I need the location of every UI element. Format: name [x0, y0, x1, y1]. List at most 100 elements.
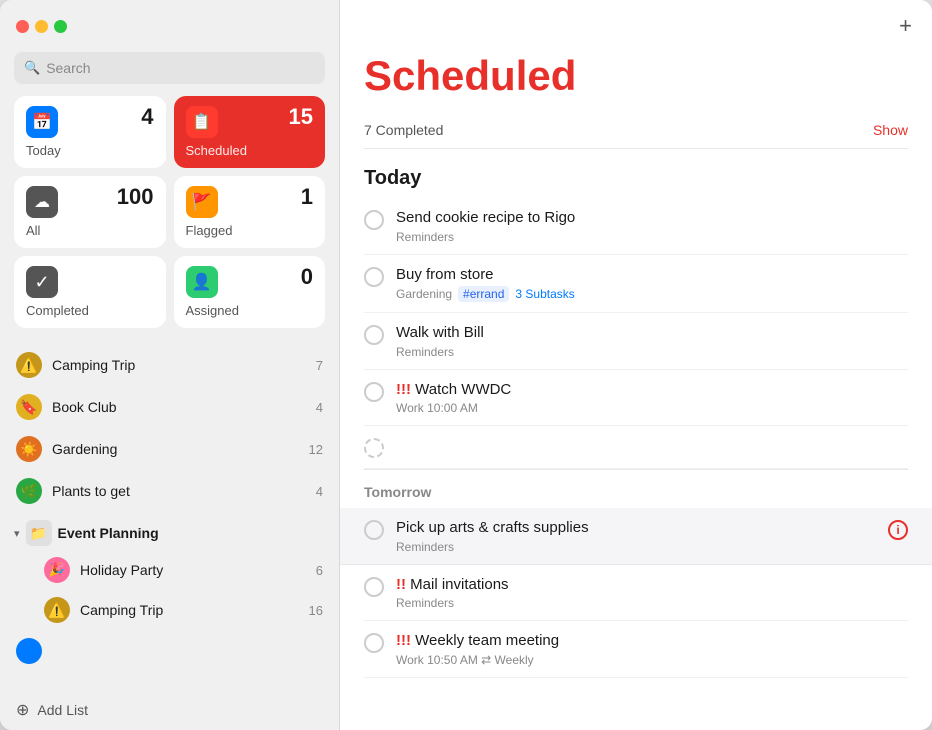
- camping-trip-sub-icon: ⚠️: [44, 597, 70, 623]
- assigned-label: Assigned: [186, 303, 314, 318]
- list-item-plants-to-get[interactable]: 🌿 Plants to get 4: [0, 470, 339, 512]
- reminder-title-7: !! Mail invitations: [396, 575, 908, 595]
- traffic-lights: [16, 20, 67, 33]
- maximize-button[interactable]: [54, 20, 67, 33]
- list-item-camping-trip[interactable]: ⚠️ Camping Trip 7: [0, 344, 339, 386]
- camping-trip-sub-count: 16: [309, 603, 323, 618]
- reminder-item-4: !!! Watch WWDC Work 10:00 AM: [364, 370, 908, 427]
- search-bar[interactable]: 🔍 Search: [14, 52, 325, 84]
- reminder-item-3: Walk with Bill Reminders: [364, 313, 908, 370]
- reminder-title-8: !!! Weekly team meeting: [396, 631, 908, 651]
- reminder-title-2: Buy from store: [396, 265, 908, 285]
- reminder-subtitle-1: Reminders: [396, 230, 908, 244]
- subtasks-link[interactable]: 3 Subtasks: [515, 287, 574, 301]
- list-item-book-club[interactable]: 🔖 Book Club 4: [0, 386, 339, 428]
- assigned-icon: 👤: [186, 266, 218, 298]
- reminder-subtitle-4: Work 10:00 AM: [396, 401, 908, 415]
- reminder-item-6: Pick up arts & crafts supplies Reminders…: [340, 508, 932, 565]
- reminder-circle-7[interactable]: [364, 577, 384, 597]
- reminder-item-7: !! Mail invitations Reminders: [364, 565, 908, 622]
- partial-icon: [16, 638, 42, 664]
- add-reminder-button[interactable]: +: [899, 15, 912, 37]
- chevron-down-icon: ▾: [14, 527, 20, 540]
- lists-section: ⚠️ Camping Trip 7 🔖 Book Club 4 ☀️ Garde…: [0, 340, 339, 690]
- group-event-planning[interactable]: ▾ 📁 Event Planning: [0, 512, 339, 550]
- flagged-count: 1: [301, 186, 313, 208]
- close-button[interactable]: [16, 20, 29, 33]
- info-button-6[interactable]: i: [888, 520, 908, 540]
- holiday-party-label: Holiday Party: [80, 562, 306, 578]
- plants-label: Plants to get: [52, 483, 306, 499]
- section-header-tomorrow: Tomorrow: [364, 469, 908, 508]
- smart-list-scheduled[interactable]: 📋 15 Scheduled: [174, 96, 326, 168]
- reminder-subtitle-7: Reminders: [396, 596, 908, 610]
- reminder-item-8: !!! Weekly team meeting Work 10:50 AM ⇄ …: [364, 621, 908, 678]
- reminder-body-1: Send cookie recipe to Rigo Reminders: [396, 208, 908, 244]
- all-count: 100: [117, 186, 154, 208]
- all-icon: ☁: [26, 186, 58, 218]
- camping-trip-count: 7: [316, 358, 323, 373]
- smart-list-assigned[interactable]: 👤 0 Assigned: [174, 256, 326, 328]
- reminder-body-3: Walk with Bill Reminders: [396, 323, 908, 359]
- list-item-partial: [0, 630, 339, 672]
- smart-list-today[interactable]: 📅 4 Today: [14, 96, 166, 168]
- reminder-circle-8[interactable]: [364, 633, 384, 653]
- completed-icon: ✓: [26, 266, 58, 298]
- main-panel: + Scheduled 7 Completed Show Today Send …: [340, 0, 932, 730]
- reminder-title-1: Send cookie recipe to Rigo: [396, 208, 908, 228]
- reminder-body-6: Pick up arts & crafts supplies Reminders: [396, 518, 876, 554]
- group-label: Event Planning: [58, 525, 325, 541]
- reminder-subtitle-6: Reminders: [396, 540, 876, 554]
- title-bar: [0, 0, 339, 52]
- gardening-icon: ☀️: [16, 436, 42, 462]
- reminder-title-6: Pick up arts & crafts supplies: [396, 518, 876, 538]
- add-list-label: Add List: [37, 702, 88, 718]
- book-club-label: Book Club: [52, 399, 306, 415]
- reminder-item-1: Send cookie recipe to Rigo Reminders: [364, 198, 908, 255]
- completed-label: Completed: [26, 303, 154, 318]
- reminder-circle-3[interactable]: [364, 325, 384, 345]
- holiday-party-count: 6: [316, 563, 323, 578]
- today-icon: 📅: [26, 106, 58, 138]
- reminder-circle-6[interactable]: [364, 520, 384, 540]
- add-list-icon: ⊕: [16, 700, 29, 720]
- smart-list-flagged[interactable]: 🚩 1 Flagged: [174, 176, 326, 248]
- reminder-body-8: !!! Weekly team meeting Work 10:50 AM ⇄ …: [396, 631, 908, 667]
- app-window: 🔍 Search 📅 4 Today 📋: [0, 0, 932, 730]
- sublist-holiday-party[interactable]: 🎉 Holiday Party 6: [0, 550, 339, 590]
- add-list-button[interactable]: ⊕ Add List: [0, 690, 339, 730]
- flagged-icon: 🚩: [186, 186, 218, 218]
- sidebar: 🔍 Search 📅 4 Today 📋: [0, 0, 340, 730]
- smart-list-all[interactable]: ☁ 100 All: [14, 176, 166, 248]
- reminder-item-5: [364, 426, 908, 469]
- reminder-body-4: !!! Watch WWDC Work 10:00 AM: [396, 380, 908, 416]
- smart-list-completed[interactable]: ✓ Completed: [14, 256, 166, 328]
- camping-trip-sub-label: Camping Trip: [80, 602, 299, 618]
- camping-trip-icon: ⚠️: [16, 352, 42, 378]
- reminder-body-7: !! Mail invitations Reminders: [396, 575, 908, 611]
- priority-indicator-4: !!!: [396, 381, 411, 398]
- holiday-party-icon: 🎉: [44, 557, 70, 583]
- minimize-button[interactable]: [35, 20, 48, 33]
- reminder-circle-4[interactable]: [364, 382, 384, 402]
- reminder-subtitle-8: Work 10:50 AM ⇄ Weekly: [396, 653, 908, 667]
- plants-count: 4: [316, 484, 323, 499]
- reminder-item-2: Buy from store Gardening #errand 3 Subta…: [364, 255, 908, 314]
- gardening-label: Gardening: [52, 441, 299, 457]
- tag-errand: #errand: [458, 286, 509, 302]
- scheduled-count: 15: [289, 106, 313, 128]
- flagged-label: Flagged: [186, 223, 314, 238]
- subtitle-gardening: Gardening: [396, 287, 452, 301]
- completed-count-label: 7 Completed: [364, 122, 443, 138]
- reminder-circle-1[interactable]: [364, 210, 384, 230]
- show-completed-button[interactable]: Show: [873, 122, 908, 138]
- reminder-circle-2[interactable]: [364, 267, 384, 287]
- today-count: 4: [141, 106, 153, 128]
- list-item-gardening[interactable]: ☀️ Gardening 12: [0, 428, 339, 470]
- main-toolbar: +: [340, 0, 932, 52]
- reminder-title-3: Walk with Bill: [396, 323, 908, 343]
- scheduled-icon: 📋: [186, 106, 218, 138]
- book-club-icon: 🔖: [16, 394, 42, 420]
- reminder-circle-5[interactable]: [364, 438, 384, 458]
- sublist-camping-trip[interactable]: ⚠️ Camping Trip 16: [0, 590, 339, 630]
